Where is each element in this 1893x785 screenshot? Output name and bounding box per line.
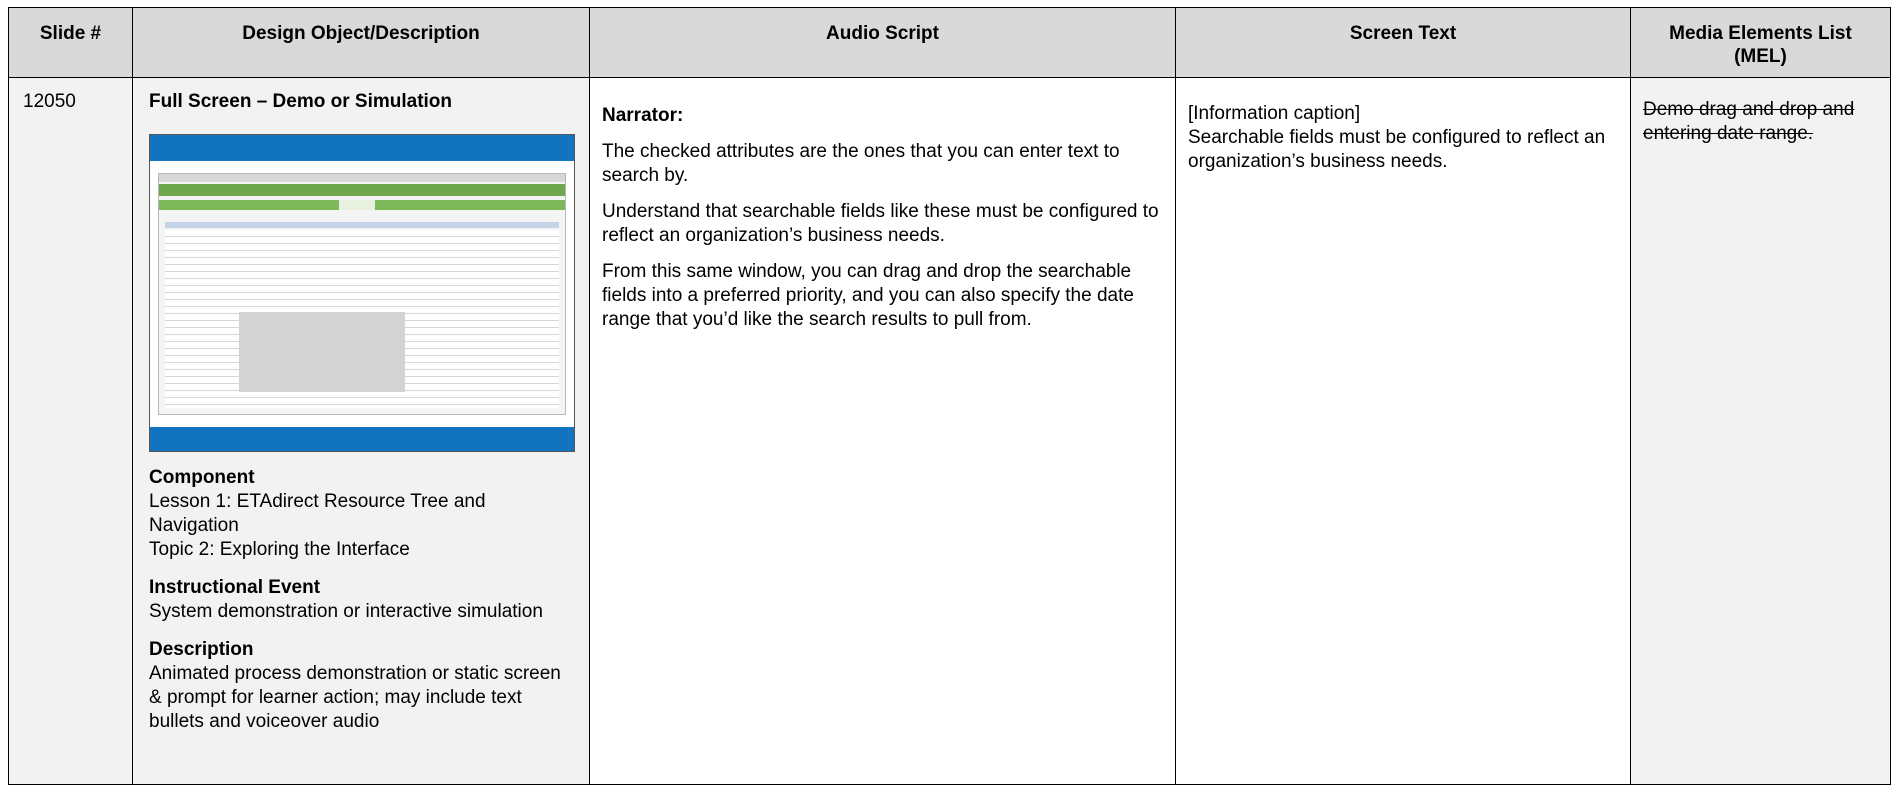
thumbnail-bottom-band (150, 427, 574, 451)
instructional-event-text: System demonstration or interactive simu… (149, 601, 543, 622)
screenshot-thumbnail (149, 134, 575, 452)
header-screen-text: Screen Text (1175, 7, 1631, 78)
narrator-label: Narrator: (602, 105, 684, 126)
storyboard-table: Slide # Design Object/Description Audio … (8, 7, 1891, 785)
design-title: Full Screen – Demo or Simulation (149, 91, 453, 112)
thumbnail-top-band (150, 135, 574, 161)
media-elements-text: Demo drag and drop and entering date ran… (1643, 99, 1855, 144)
description-text: Animated process demonstration or static… (149, 663, 561, 732)
component-heading: Component (149, 467, 255, 488)
description-section: Description Animated process demonstrati… (149, 638, 569, 734)
thumbnail-grid-header (165, 222, 559, 228)
component-section: Component Lesson 1: ETAdirect Resource T… (149, 466, 569, 562)
component-line: Topic 2: Exploring the Interface (149, 539, 410, 560)
header-row: Slide # Design Object/Description Audio … (8, 7, 1891, 78)
thumbnail-app-window (158, 173, 566, 415)
thumbnail-active-tab (339, 200, 375, 210)
screen-text-cell: [Information caption] Searchable fields … (1175, 77, 1631, 785)
header-media-elements-list: Media Elements List (MEL) (1630, 7, 1891, 78)
audio-paragraph: From this same window, you can drag and … (602, 261, 1134, 330)
caption-type: [Information caption] (1188, 103, 1361, 124)
audio-paragraph: Understand that searchable fields like t… (602, 201, 1159, 246)
audio-paragraph: The checked attributes are the ones that… (602, 141, 1120, 186)
instructional-event-section: Instructional Event System demonstration… (149, 576, 569, 624)
header-slide-number: Slide # (8, 7, 133, 78)
slide-number-cell: 12050 (8, 77, 133, 785)
description-heading: Description (149, 639, 254, 660)
media-elements-cell: Demo drag and drop and entering date ran… (1630, 77, 1891, 785)
table-row: 12050 Full Screen – Demo or Simulation C… (8, 77, 1891, 785)
header-audio-script: Audio Script (589, 7, 1176, 78)
thumbnail-gray-block (239, 312, 405, 392)
thumbnail-titlebar (159, 174, 565, 182)
design-object-cell: Full Screen – Demo or Simulation Compone… (132, 77, 590, 785)
instructional-event-heading: Instructional Event (149, 577, 321, 598)
header-design-object: Design Object/Description (132, 7, 590, 78)
audio-script-cell: Narrator: The checked attributes are the… (589, 77, 1176, 785)
caption-text: Searchable fields must be configured to … (1188, 127, 1606, 172)
component-line: Lesson 1: ETAdirect Resource Tree and Na… (149, 491, 486, 536)
thumbnail-toolbar (159, 184, 565, 196)
slide-number: 12050 (23, 91, 76, 112)
